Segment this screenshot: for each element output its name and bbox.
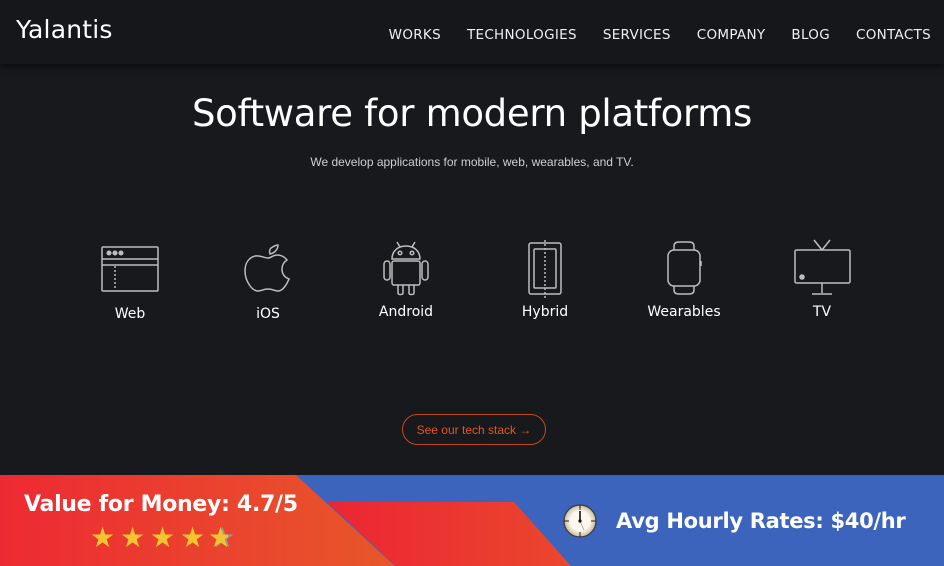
platform-wearables[interactable]: Wearables <box>624 241 744 320</box>
nav-blog[interactable]: BLOG <box>791 27 830 43</box>
platform-tv[interactable]: TV <box>762 239 882 320</box>
android-icon <box>383 241 429 296</box>
tech-stack-button[interactable]: See our tech stack → <box>402 414 546 445</box>
page-title: Software for modern platforms <box>192 92 752 135</box>
platform-android[interactable]: Android <box>346 241 466 320</box>
smartwatch-icon <box>667 241 702 295</box>
nav-technologies[interactable]: TECHNOLOGIES <box>467 27 577 43</box>
platform-label: iOS <box>256 306 280 322</box>
platform-label: Android <box>378 304 434 320</box>
platform-web[interactable]: Web <box>70 244 190 322</box>
partial-star-icon: ★ ★ <box>208 522 236 553</box>
hero-section: Software for modern platforms We develop… <box>0 64 944 475</box>
platform-ios[interactable]: iOS <box>208 244 328 322</box>
star-icon: ★ <box>149 522 176 553</box>
hourly-rate-label: Avg Hourly Rates: $40/hr <box>616 509 906 533</box>
platform-label: Hybrid <box>521 304 569 320</box>
platform-label: TV <box>812 304 832 320</box>
browser-window-icon <box>101 246 159 292</box>
nav-company[interactable]: COMPANY <box>697 27 766 43</box>
site-header: Yalantis WORKS TECHNOLOGIES SERVICES COM… <box>0 0 944 64</box>
logo[interactable]: Yalantis <box>16 15 113 44</box>
star-icon: ★ <box>89 522 116 553</box>
hourly-rate: Avg Hourly Rates: $40/hr <box>562 503 906 539</box>
nav-contacts[interactable]: CONTACTS <box>856 27 931 43</box>
apple-icon <box>244 244 290 292</box>
hybrid-device-icon <box>528 240 562 298</box>
star-icon: ★ <box>119 522 146 553</box>
clock-icon <box>563 504 597 538</box>
tv-icon <box>794 239 851 295</box>
logo-text: Yalantis <box>16 15 113 44</box>
platform-label: Web <box>114 306 146 322</box>
nav-services[interactable]: SERVICES <box>603 27 671 43</box>
main-nav: WORKS TECHNOLOGIES SERVICES COMPANY BLOG… <box>363 27 931 43</box>
hero-subtitle: We develop applications for mobile, web,… <box>310 155 634 169</box>
star-icon: ★ <box>179 522 206 553</box>
rating-stars: ★ ★ ★ ★ ★ ★ <box>88 522 237 554</box>
platform-label: Wearables <box>647 304 721 320</box>
value-for-money-label: Value for Money: 4.7/5 <box>24 492 298 517</box>
nav-works[interactable]: WORKS <box>389 27 441 43</box>
platform-hybrid[interactable]: Hybrid <box>485 240 605 320</box>
